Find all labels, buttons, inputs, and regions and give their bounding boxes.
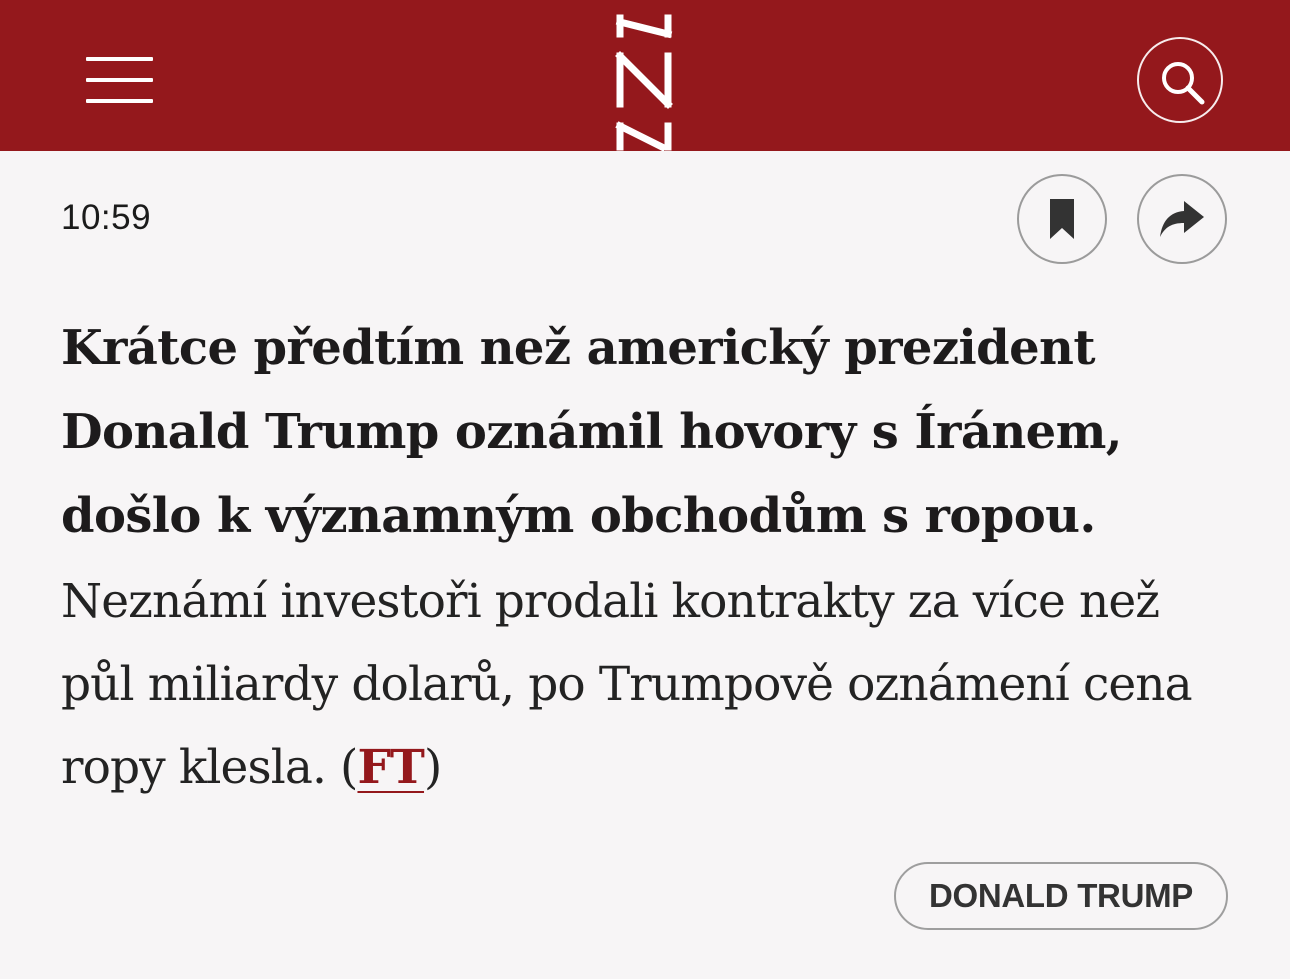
article-body-text: Neznámí investoři prodali kontrakty za v… bbox=[61, 574, 1193, 795]
bookmark-icon bbox=[1050, 199, 1074, 239]
share-arrow-icon bbox=[1160, 201, 1204, 237]
menu-line bbox=[86, 57, 153, 61]
menu-line bbox=[86, 99, 153, 103]
denik-n-logo[interactable] bbox=[612, 14, 676, 152]
menu-line bbox=[86, 78, 153, 82]
top-header-bar bbox=[0, 0, 1290, 152]
bookmark-button[interactable] bbox=[1017, 174, 1107, 264]
article-time: 10:59 bbox=[61, 198, 152, 237]
article-body-end: ) bbox=[424, 740, 442, 795]
topic-tag-donald-trump[interactable]: DONALD TRUMP bbox=[894, 862, 1228, 930]
share-button[interactable] bbox=[1137, 174, 1227, 264]
search-icon bbox=[1162, 62, 1205, 105]
article-headline: Krátce předtím než americký prezident Do… bbox=[61, 320, 1123, 544]
search-button[interactable] bbox=[1137, 37, 1223, 123]
source-link-ft[interactable]: FT bbox=[357, 740, 424, 795]
hamburger-menu-icon[interactable] bbox=[84, 52, 156, 108]
article-body: Neznámí investoři prodali kontrakty za v… bbox=[61, 560, 1231, 809]
